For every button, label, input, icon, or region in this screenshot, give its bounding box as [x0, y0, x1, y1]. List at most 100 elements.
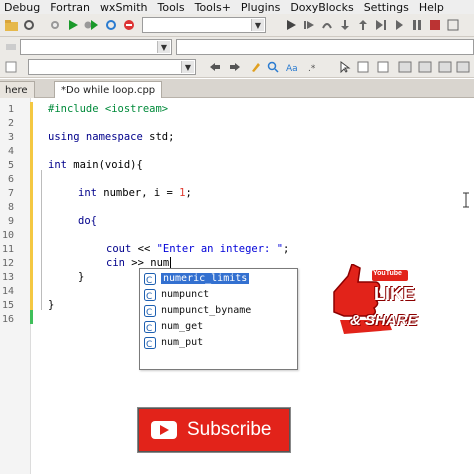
menu-plugins[interactable]: Plugins [237, 1, 286, 14]
code-line-5: int main(void){ [48, 159, 143, 171]
build-target-select[interactable]: ▼ [142, 17, 266, 33]
highlight-icon[interactable] [248, 60, 262, 74]
line-number: 14 [1, 286, 14, 297]
class-icon: C [144, 304, 156, 317]
subscribe-button[interactable]: Subscribe [138, 408, 290, 452]
forward-arrow-icon[interactable] [228, 60, 242, 74]
scope-select[interactable]: ▼ [20, 39, 172, 55]
line-number: 5 [7, 160, 14, 171]
autocomplete-item[interactable]: C num_get [142, 319, 293, 334]
line-number: 6 [7, 174, 14, 185]
match-case-icon[interactable]: Aa [286, 60, 300, 74]
line-number: 2 [7, 118, 14, 129]
folder-icon[interactable] [4, 18, 18, 32]
code-line-15: } [48, 299, 55, 311]
class-icon: C [144, 288, 156, 301]
svg-text:C: C [146, 340, 152, 349]
code-line-11: cout << "Enter an integer: "; [106, 243, 290, 255]
tab-do-while-loop[interactable]: *Do while loop.cpp [54, 81, 163, 98]
step-instruction-icon[interactable] [392, 18, 406, 32]
next-line-icon[interactable] [320, 18, 334, 32]
select-cursor-icon[interactable] [338, 60, 352, 74]
editor-tab-bar: here *Do while loop.cpp [0, 79, 474, 98]
line-number: 15 [1, 300, 14, 311]
search-input[interactable]: ▼ [28, 59, 196, 75]
text-cursor-icon [462, 192, 470, 212]
youtube-label: YouTube [373, 270, 402, 277]
autocomplete-item[interactable]: C numpunct [142, 287, 293, 302]
debug-run-icon[interactable] [284, 18, 298, 32]
menu-tools[interactable]: Tools [153, 1, 190, 14]
regex-icon[interactable]: .* [306, 60, 320, 74]
panel-icon-3[interactable] [438, 60, 452, 74]
class-icon: C [144, 320, 156, 333]
window-icon[interactable] [356, 60, 370, 74]
pause-icon[interactable] [410, 18, 424, 32]
stop-icon[interactable] [122, 18, 136, 32]
panel-icon-2[interactable] [418, 60, 432, 74]
autocomplete-item[interactable]: C numeric_limits [142, 271, 293, 286]
run-to-cursor-icon[interactable] [302, 18, 316, 32]
code-line-7: int number, i = 1; [78, 187, 192, 199]
line-number: 13 [1, 272, 14, 283]
line-number: 1 [7, 104, 14, 115]
run-icon[interactable] [66, 18, 80, 32]
toolbar-main: ▼ [0, 14, 474, 37]
svg-text:.*: .* [308, 64, 316, 73]
find-icon[interactable] [266, 60, 280, 74]
line-number: 10 [1, 230, 14, 241]
menu-help[interactable]: Help [415, 1, 450, 14]
autocomplete-item[interactable]: C numpunct_byname [142, 303, 293, 318]
menu-tools-plus[interactable]: Tools+ [191, 1, 237, 14]
stop-debug-icon[interactable] [428, 18, 442, 32]
svg-text:C: C [146, 308, 152, 317]
menu-fortran[interactable]: Fortran [46, 1, 96, 14]
menu-settings[interactable]: Settings [360, 1, 415, 14]
autocomplete-popup: C numeric_limits C numpunct C numpunct_b… [139, 268, 298, 370]
svg-text:C: C [146, 276, 152, 285]
class-icon: C [144, 272, 156, 285]
back-arrow-icon[interactable] [208, 60, 222, 74]
menu-wxsmith[interactable]: wxSmith [96, 1, 154, 14]
autocomplete-item[interactable]: C num_put [142, 335, 293, 350]
line-number: 4 [7, 146, 14, 157]
code-line-3: using namespace std; [48, 131, 175, 143]
class-icon: C [144, 336, 156, 349]
next-instruction-icon[interactable] [374, 18, 388, 32]
gear-icon[interactable] [22, 18, 36, 32]
step-into-icon[interactable] [338, 18, 352, 32]
line-number: 9 [7, 216, 14, 227]
saved-marker [30, 310, 33, 324]
subscribe-label: Subscribe [187, 419, 272, 440]
svg-text:Aa: Aa [286, 64, 298, 73]
toolbar-search: ▼ Aa .* [0, 57, 474, 78]
menu-doxyblocks[interactable]: DoxyBlocks [286, 1, 359, 14]
function-select[interactable] [176, 39, 474, 55]
change-marker [30, 102, 33, 310]
panel-icon-4[interactable] [456, 60, 470, 74]
toolbar-code-completion: ▼ [0, 37, 474, 58]
like-text: LIKE [374, 284, 416, 304]
like-share-badge: YouTube LIKE & SHARE [330, 262, 422, 340]
build-run-icon[interactable] [84, 18, 98, 32]
fold-line [41, 170, 42, 310]
step-out-icon[interactable] [356, 18, 370, 32]
chevron-down-icon: ▼ [181, 61, 194, 73]
checkbox-icon[interactable] [4, 60, 18, 74]
code-line-13: } [78, 271, 85, 283]
chevron-down-icon: ▼ [251, 19, 264, 31]
share-text: & SHARE [350, 312, 418, 329]
line-number-gutter: 1 2 3 4 5 6 7 8 9 10 11 12 13 14 15 16 [0, 98, 31, 474]
code-line-1: #include <iostream> [48, 103, 169, 115]
line-number: 8 [7, 202, 14, 213]
rebuild-icon[interactable] [104, 18, 118, 32]
code-line-9: do{ [78, 215, 97, 227]
build-icon[interactable] [48, 18, 62, 32]
panel-icon[interactable] [398, 60, 412, 74]
line-number: 11 [1, 244, 14, 255]
tab-here[interactable]: here [0, 81, 35, 98]
debug-windows-icon[interactable] [446, 18, 460, 32]
menu-debug[interactable]: Debug [0, 1, 46, 14]
play-icon [151, 421, 177, 439]
window-icon-2[interactable] [376, 60, 390, 74]
